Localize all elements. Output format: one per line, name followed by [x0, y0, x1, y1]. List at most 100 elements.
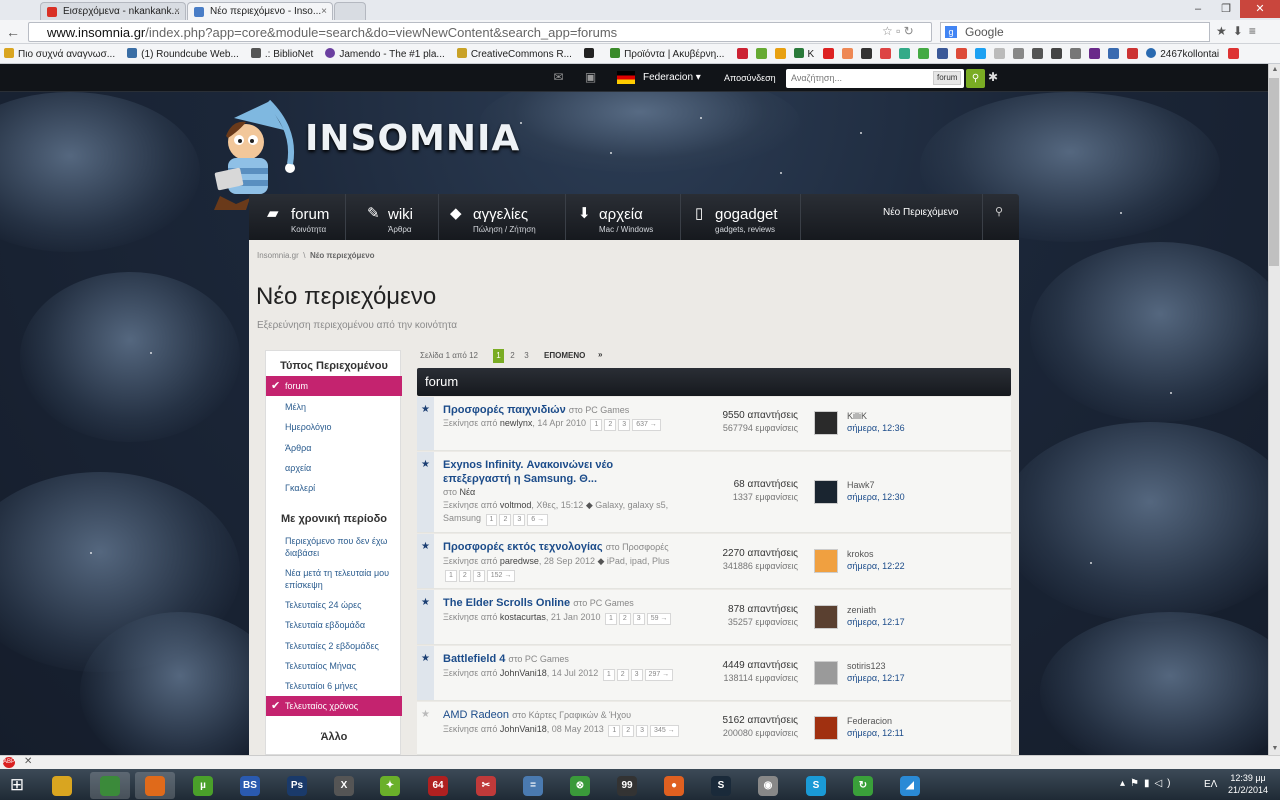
windows-start-icon[interactable]: ⊞ — [6, 774, 28, 795]
bookmark-icon[interactable] — [918, 48, 930, 59]
bookmark-item[interactable]: 2467kollontai — [1142, 44, 1224, 60]
topic-title[interactable]: Exynos Infinity. Ανακοινώνει νέο επεξεργ… — [443, 459, 613, 485]
topic-page-link[interactable]: 345 → — [650, 725, 679, 737]
topic-forum[interactable]: Νέα — [460, 487, 476, 497]
taskbar-app-xbox[interactable]: ⊗ — [560, 772, 600, 799]
taskbar-app-app-snip[interactable]: ✂ — [466, 772, 506, 799]
topic-forum[interactable]: Προσφορές — [622, 542, 669, 552]
bookmark-item[interactable]: Πιο συχνά αναγνωσ... — [0, 44, 120, 60]
back-arrow-icon[interactable]: ← — [6, 24, 20, 40]
filter-period-since-last-visit[interactable]: Νέα μετά τη τελευταία μου επίσκεψη — [266, 564, 402, 594]
topic-page-link[interactable]: 152 → — [486, 570, 516, 582]
avatar[interactable] — [814, 716, 838, 740]
topic-page-link[interactable]: 3 — [630, 669, 643, 681]
star-icon[interactable]: ★ — [421, 541, 430, 552]
browser-search-box[interactable]: g Google — [940, 22, 1210, 42]
filter-type-forum[interactable]: ✔ forum — [266, 376, 402, 396]
topic-page-link[interactable]: 2 — [604, 419, 617, 431]
topic-page-link[interactable]: 1 — [485, 514, 498, 526]
filter-type-calendar[interactable]: Ημερολόγιο — [266, 417, 402, 437]
last-post-time[interactable]: σήμερα, 12:17 — [847, 616, 905, 628]
bookmark-icon[interactable] — [861, 48, 873, 59]
last-poster[interactable]: Hawk7 — [847, 479, 905, 491]
topic-page-link[interactable]: 1 — [604, 613, 617, 625]
bookmark-icon[interactable] — [899, 48, 911, 59]
last-poster[interactable]: zeniath — [847, 604, 905, 616]
taskbar-app-utorrent[interactable]: µ — [183, 772, 223, 799]
topic-title[interactable]: The Elder Scrolls Online — [443, 597, 570, 609]
bookmark-icon[interactable] — [1108, 48, 1120, 59]
topic-page-link[interactable]: 3 — [513, 514, 526, 526]
nav-gogadget[interactable]: ▯ gogadget gadgets, reviews — [681, 194, 801, 240]
maximize-icon[interactable]: ❐ — [1212, 0, 1240, 18]
filter-type-gallery[interactable]: Γκαλερί — [266, 478, 402, 498]
facebook-icon[interactable] — [937, 48, 949, 59]
notifications-icon[interactable]: ▣ — [584, 71, 597, 83]
star-icon[interactable]: ★ — [421, 653, 430, 664]
scrollbar-thumb[interactable] — [1269, 78, 1279, 266]
taskbar-app-firefox[interactable] — [135, 772, 175, 799]
last-poster[interactable]: KilliK — [847, 410, 905, 422]
star-icon[interactable]: ★ — [421, 597, 430, 608]
filter-period-week[interactable]: Τελευταία εβδομάδα — [266, 615, 402, 635]
address-bar[interactable]: www.insomnia.gr/index.php?app=core&modul… — [28, 22, 932, 42]
close-icon[interactable]: × — [321, 6, 327, 17]
nav-classifieds[interactable]: ◆ αγγελίες Πώληση / Ζήτηση — [439, 194, 566, 240]
filter-type-files[interactable]: αρχεία — [266, 458, 402, 478]
bookmark-star-icon[interactable]: ☆ ▫ ↻ — [882, 24, 914, 38]
youtube-icon[interactable] — [823, 48, 835, 59]
avatar[interactable] — [814, 605, 838, 629]
user-menu[interactable]: Federacion ▾ — [643, 72, 701, 83]
topic-author[interactable]: JohnVani18 — [500, 724, 547, 734]
topic-row[interactable]: ★ Προσφορές εκτός τεχνολογίας στο Προσφο… — [417, 534, 1011, 589]
avatar[interactable] — [814, 661, 838, 685]
nav-new-content[interactable]: Νέο Περιεχόμενο — [883, 207, 958, 218]
topic-row[interactable]: ★ Exynos Infinity. Ανακοινώνει νέο επεξε… — [417, 452, 1011, 533]
filter-period-month[interactable]: Τελευταίος Μήνας — [266, 656, 402, 676]
topic-forum[interactable]: PC Games — [585, 405, 629, 415]
topic-page-link[interactable]: 3 — [618, 419, 631, 431]
topic-page-link[interactable]: 1 — [608, 725, 621, 737]
topic-title[interactable]: Battlefield 4 — [443, 653, 505, 665]
twitter-icon[interactable] — [975, 48, 987, 59]
topic-page-link[interactable]: 1 — [445, 570, 457, 582]
bookmark-item[interactable] — [580, 44, 603, 60]
close-icon[interactable]: × — [174, 6, 180, 17]
last-post-time[interactable]: σήμερα, 12:36 — [847, 422, 905, 434]
bookmark-icon[interactable] — [1013, 48, 1025, 59]
topic-page-link[interactable]: 6 → — [527, 514, 549, 526]
page-3-button[interactable]: 3 — [521, 349, 532, 363]
filter-period-year[interactable]: ✔ Τελευταίος χρόνος — [266, 696, 402, 716]
filter-period-unread[interactable]: Περιεχόμενο που δεν έχω διαβάσει — [266, 532, 402, 562]
topic-title[interactable]: Προσφορές εκτός τεχνολογίας — [443, 541, 603, 553]
topic-tags[interactable]: iPad, ipad, Plus — [607, 556, 670, 566]
taskbar-app-steam[interactable]: S — [701, 772, 741, 799]
topic-page-link[interactable]: 2 — [458, 570, 471, 582]
topic-title[interactable]: Προσφορές παιχνιδιών — [443, 404, 566, 416]
page-scrollbar[interactable]: ▲ ▼ — [1268, 64, 1280, 755]
star-icon[interactable]: ★ — [421, 459, 430, 470]
star-icon[interactable]: ★ — [421, 404, 430, 415]
topic-row[interactable]: ★ Προσφορές παιχνιδιών στο PC Games Ξεκί… — [417, 397, 1011, 451]
topic-page-link[interactable]: 3 — [636, 725, 649, 737]
bookmark-icon[interactable] — [1032, 48, 1044, 59]
taskbar-app-photoshop[interactable]: Ps — [277, 772, 317, 799]
last-post-time[interactable]: σήμερα, 12:11 — [847, 727, 904, 739]
topic-page-link[interactable]: 297 → — [644, 669, 674, 681]
close-icon[interactable]: ✕ — [24, 756, 32, 767]
topic-page-link[interactable]: 637 → — [632, 419, 661, 431]
search-scope-select[interactable]: forum — [933, 71, 962, 85]
taskbar-app-app-net[interactable]: ◢ — [890, 772, 930, 799]
topic-page-link[interactable]: 2 — [618, 613, 631, 625]
bookmark-icon[interactable] — [1127, 48, 1139, 59]
filter-type-members[interactable]: Μέλη — [266, 397, 402, 417]
scroll-up-icon[interactable]: ▲ — [1269, 64, 1280, 76]
bookmark-item[interactable]: Jamendo - The #1 pla... — [321, 44, 449, 60]
bookmark-icon[interactable] — [1228, 48, 1240, 59]
taskbar-app-app-star[interactable]: ✦ — [370, 772, 410, 799]
toolbar-extension-icons[interactable]: ★⬇≡ — [1216, 24, 1262, 38]
search-icon[interactable]: ⚲ — [966, 69, 985, 88]
topic-page-link[interactable]: 1 — [590, 419, 603, 431]
last-page-button[interactable]: » — [598, 350, 602, 359]
avatar[interactable] — [814, 480, 838, 504]
